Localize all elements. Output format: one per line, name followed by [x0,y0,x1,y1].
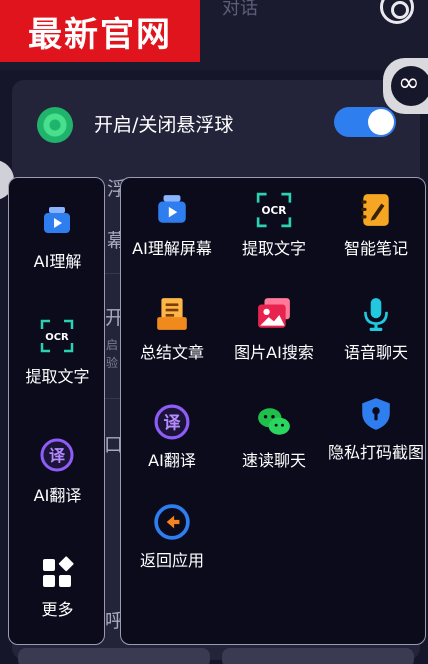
switch-knob [368,109,394,135]
left-item-ai-translate[interactable]: 译 AI翻译 [9,436,106,516]
left-item-label: 提取文字 [25,367,90,386]
ocr-icon: OCR [40,319,74,353]
watermark-banner: 最新官网 [0,0,200,62]
bottom-bar-right [222,648,414,664]
privacy-shield-icon [358,396,394,432]
right-item-label: 智能笔记 [343,239,408,258]
document-icon [154,296,190,332]
right-item-label: 图片AI搜索 [234,343,314,362]
tv-play-icon [40,204,74,238]
background-text: 启 [106,338,119,352]
right-item-extract-text[interactable]: OCR 提取文字 [223,178,325,288]
image-search-icon [256,296,292,332]
ocr-icon-text: OCR [45,332,69,343]
notebook-icon [358,192,394,228]
right-item-image-ai-search[interactable]: 图片AI搜索 [223,282,325,392]
quick-panel-left: AI理解 OCR 提取文字 译 AI翻译 更多 [8,177,105,645]
left-item-extract-text[interactable]: OCR 提取文字 [9,313,106,393]
ocr-icon-text: OCR [262,205,287,217]
right-item-label: 语音聊天 [343,343,408,362]
divider [104,398,120,399]
left-item-label: 更多 [41,600,74,619]
right-item-ai-translate[interactable]: 译 AI翻译 [121,390,223,500]
translate-icon-text: 译 [49,446,66,465]
wechat-icon [256,404,292,440]
tv-play-icon [154,192,190,228]
back-arrow-icon [154,504,190,540]
background-text: 验 [106,356,119,370]
divider [104,273,120,274]
right-item-back-to-app[interactable]: 返回应用 [121,490,223,600]
grid-more-icon [40,556,74,590]
quick-panel-right: AI理解屏幕 OCR 提取文字 智能笔记 总结文章 图片AI搜索 语音聊天 译 [120,177,426,645]
toggle-label: 开启/关闭悬浮球 [94,114,234,136]
right-item-label: 提取文字 [241,239,306,258]
translate-icon: 译 [40,438,74,472]
right-item-smart-notes[interactable]: 智能笔记 [325,178,427,288]
right-item-summarize-article[interactable]: 总结文章 [121,282,223,392]
floating-ball-switch[interactable] [334,107,396,137]
left-item-more[interactable]: 更多 [9,554,106,634]
right-item-label: 隐私打码截图 [327,443,424,462]
left-item-label: AI翻译 [33,486,82,505]
bottom-bar-left [18,648,210,664]
floating-ball[interactable] [383,58,428,114]
right-item-ai-understand-screen[interactable]: AI理解屏幕 [121,178,223,288]
left-item-label: AI理解 [33,252,82,271]
translate-icon: 译 [154,404,190,440]
translate-icon-text: 译 [164,412,182,432]
right-item-label: 返回应用 [139,551,204,570]
left-item-ai-understand[interactable]: AI理解 [9,198,106,278]
right-item-voice-chat[interactable]: 语音聊天 [325,282,427,392]
right-item-speed-read-chat[interactable]: 速读聊天 [223,390,325,500]
ocr-icon: OCR [256,192,292,228]
right-item-label: AI翻译 [148,451,196,470]
right-item-label: AI理解屏幕 [132,239,212,258]
right-item-privacy-screenshot[interactable]: 隐私打码截图 [325,382,427,492]
right-item-label: 总结文章 [139,343,204,362]
tab-chat[interactable]: 对话 [222,0,258,20]
right-item-label: 速读聊天 [241,451,306,470]
floating-ball-icon [37,107,73,143]
microphone-icon [358,296,394,332]
watermark-text: 最新官网 [28,14,172,55]
floating-ball-toggle-row[interactable]: 开启/关闭悬浮球 [12,92,420,152]
infinity-logo-icon [391,66,428,106]
